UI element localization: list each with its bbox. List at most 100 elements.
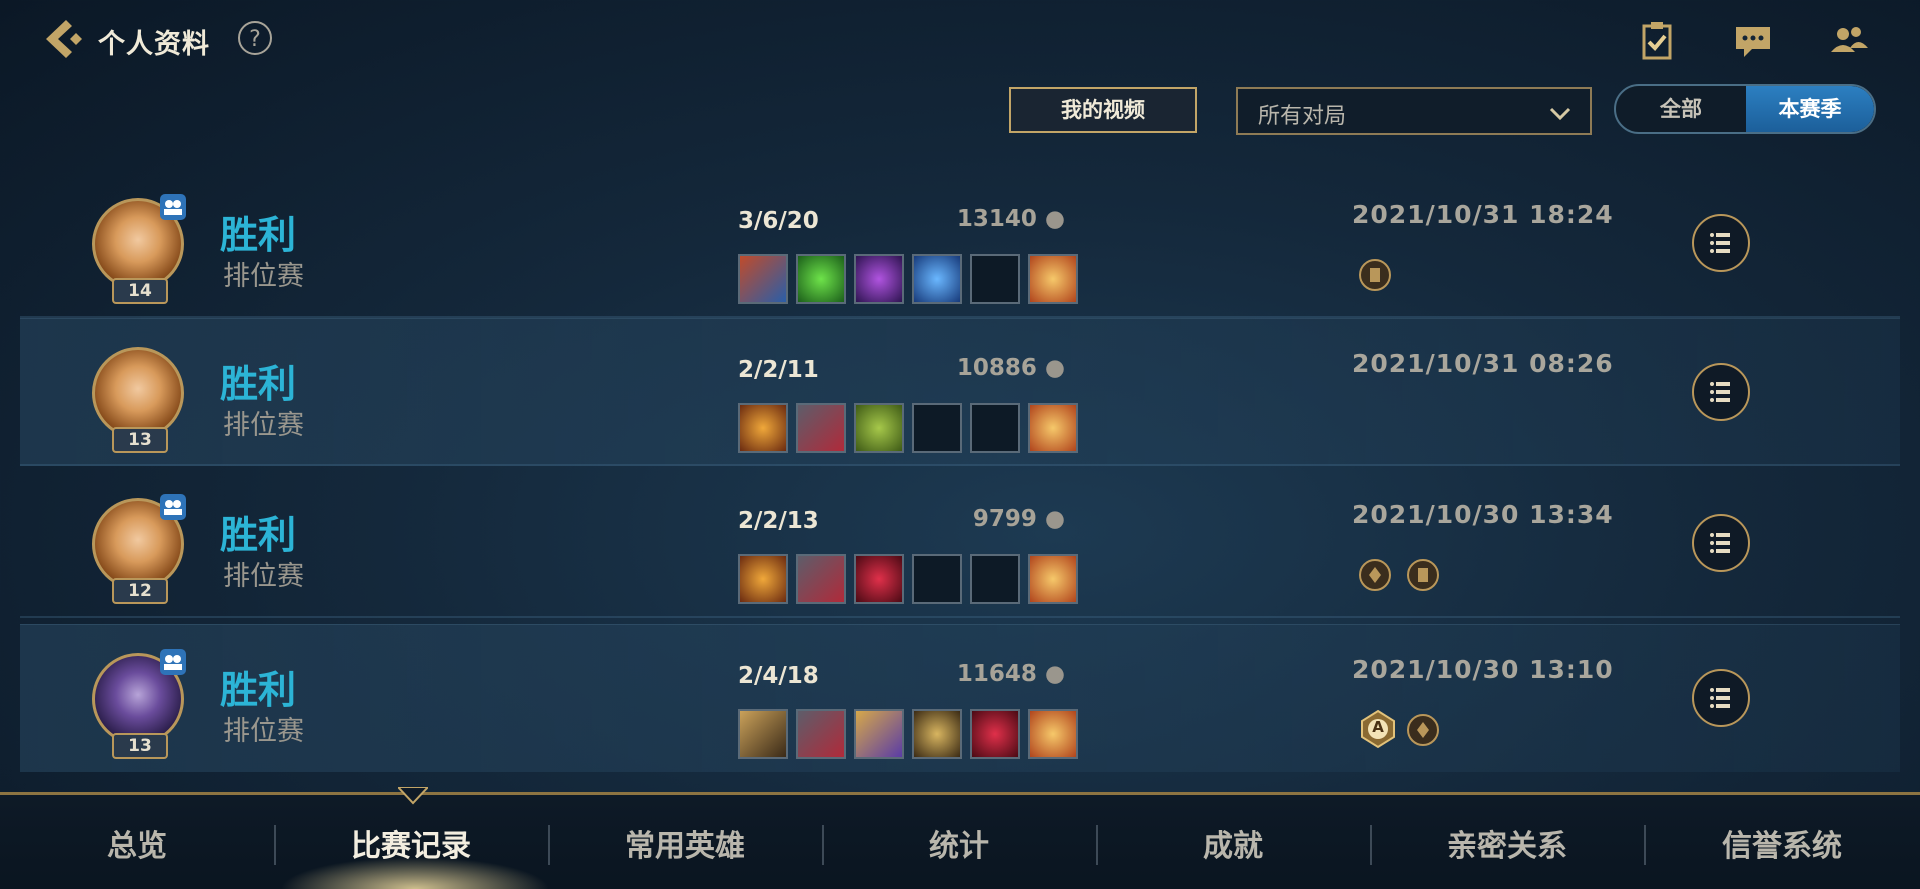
kda: 3/6/20 — [738, 208, 819, 234]
party-icon — [160, 494, 186, 520]
item-slot-empty — [970, 403, 1020, 453]
match-time: 2021/10/31 08:26 — [1352, 349, 1614, 378]
match-result: 胜利 — [220, 668, 297, 712]
toggle-season[interactable]: 本赛季 — [1746, 86, 1874, 132]
match-row[interactable]: 13 胜利 排位赛 2/4/18 11648 ● 2021/10/30 13:1… — [20, 624, 1900, 772]
tab-relationships[interactable]: 亲密关系 — [1370, 821, 1644, 865]
tab-favorite-champions[interactable]: 常用英雄 — [548, 821, 822, 865]
match-details-button[interactable] — [1692, 669, 1750, 727]
page-title: 个人资料 — [98, 29, 210, 60]
gold-amount: 9799 ● — [920, 506, 1065, 532]
item-slot — [912, 709, 962, 759]
list-icon — [1710, 533, 1730, 553]
gold-coin-icon: ● — [1044, 661, 1065, 687]
item-slot-empty — [970, 554, 1020, 604]
champion-level: 14 — [112, 278, 168, 304]
list-icon — [1710, 233, 1730, 253]
season-toggle[interactable]: 全部 本赛季 — [1614, 84, 1876, 134]
item-slot — [738, 403, 788, 453]
back-arrow-icon[interactable] — [40, 16, 86, 62]
item-slot — [796, 709, 846, 759]
kda: 2/4/18 — [738, 663, 819, 689]
match-result: 胜利 — [220, 213, 297, 257]
champion-level: 12 — [112, 578, 168, 604]
match-filter-value: 所有对局 — [1258, 104, 1347, 129]
trinket-slot — [1028, 554, 1078, 604]
champion-avatar — [92, 347, 184, 439]
champion-level: 13 — [112, 733, 168, 759]
gold-coin-icon: ● — [1044, 206, 1065, 232]
match-result: 胜利 — [220, 513, 297, 557]
match-row[interactable]: 13 胜利 排位赛 2/2/11 10886 ● 2021/10/31 08:2… — [20, 318, 1900, 466]
list-icon — [1710, 688, 1730, 708]
item-slot — [970, 709, 1020, 759]
gold-value: 10886 — [956, 355, 1037, 381]
trinket-slot — [1028, 403, 1078, 453]
match-time: 2021/10/31 18:24 — [1352, 200, 1614, 229]
party-icon — [160, 194, 186, 220]
toggle-all[interactable]: 全部 — [1616, 86, 1746, 132]
item-slot — [854, 554, 904, 604]
item-slot — [854, 403, 904, 453]
gold-value: 9799 — [972, 506, 1037, 532]
grade-badge-icon: A — [1358, 709, 1398, 749]
gold-value: 11648 — [956, 661, 1037, 687]
match-mode: 排位赛 — [223, 261, 304, 292]
trinket-slot — [1028, 709, 1078, 759]
gold-amount: 11648 ● — [920, 661, 1065, 687]
top-bar: 个人资料 ? — [0, 0, 1920, 80]
row-divider — [20, 616, 1900, 618]
gold-amount: 10886 ● — [920, 355, 1065, 381]
bottom-tab-bar: 总览 比赛记录 常用英雄 统计 成就 亲密关系 信誉系统 — [0, 787, 1920, 889]
item-slot — [796, 254, 846, 304]
tab-honor-system[interactable]: 信誉系统 — [1644, 821, 1920, 865]
match-mode: 排位赛 — [223, 561, 304, 592]
item-slot-empty — [912, 403, 962, 453]
item-slot — [796, 403, 846, 453]
wings-badge-icon — [1359, 559, 1391, 591]
item-slot — [738, 709, 788, 759]
match-time: 2021/10/30 13:10 — [1352, 655, 1614, 684]
active-tab-caret-icon — [398, 787, 428, 805]
list-icon — [1710, 382, 1730, 402]
medal-badge-icon — [1407, 559, 1439, 591]
item-slot — [854, 709, 904, 759]
chat-icon[interactable] — [1732, 20, 1774, 62]
friends-icon[interactable] — [1828, 20, 1870, 62]
trinket-slot — [1028, 254, 1078, 304]
kda: 2/2/11 — [738, 357, 819, 383]
gold-value: 13140 — [956, 206, 1037, 232]
wings-badge-icon — [1407, 714, 1439, 746]
match-details-button[interactable] — [1692, 514, 1750, 572]
match-mode: 排位赛 — [223, 410, 304, 441]
gold-coin-icon: ● — [1044, 355, 1065, 381]
tab-statistics[interactable]: 统计 — [822, 821, 1096, 865]
grade-letter: A — [1372, 718, 1384, 736]
item-slot — [912, 254, 962, 304]
item-slot-empty — [970, 254, 1020, 304]
tab-achievements[interactable]: 成就 — [1096, 821, 1370, 865]
gold-amount: 13140 ● — [920, 206, 1065, 232]
match-details-button[interactable] — [1692, 214, 1750, 272]
match-details-button[interactable] — [1692, 363, 1750, 421]
row-divider — [20, 464, 1900, 466]
match-result: 胜利 — [220, 362, 297, 406]
task-checklist-icon[interactable] — [1636, 20, 1678, 62]
match-filter-dropdown[interactable]: 所有对局 — [1236, 87, 1592, 135]
match-row[interactable]: 12 胜利 排位赛 2/2/13 9799 ● 2021/10/30 13:34 — [20, 470, 1900, 618]
medal-badge-icon — [1359, 259, 1391, 291]
tab-match-history[interactable]: 比赛记录 — [274, 821, 548, 865]
tab-overview[interactable]: 总览 — [0, 821, 274, 865]
kda: 2/2/13 — [738, 508, 819, 534]
match-time: 2021/10/30 13:34 — [1352, 500, 1614, 529]
item-slot-empty — [912, 554, 962, 604]
champion-level: 13 — [112, 427, 168, 453]
chevron-down-icon — [1549, 107, 1571, 121]
item-slot — [796, 554, 846, 604]
help-button[interactable]: ? — [238, 21, 272, 55]
my-videos-button[interactable]: 我的视频 — [1009, 87, 1197, 133]
item-slot — [738, 554, 788, 604]
match-row[interactable]: 14 胜利 排位赛 3/6/20 13140 ● 2021/10/31 18:2… — [20, 170, 1900, 318]
item-slot — [738, 254, 788, 304]
gold-coin-icon: ● — [1044, 506, 1065, 532]
